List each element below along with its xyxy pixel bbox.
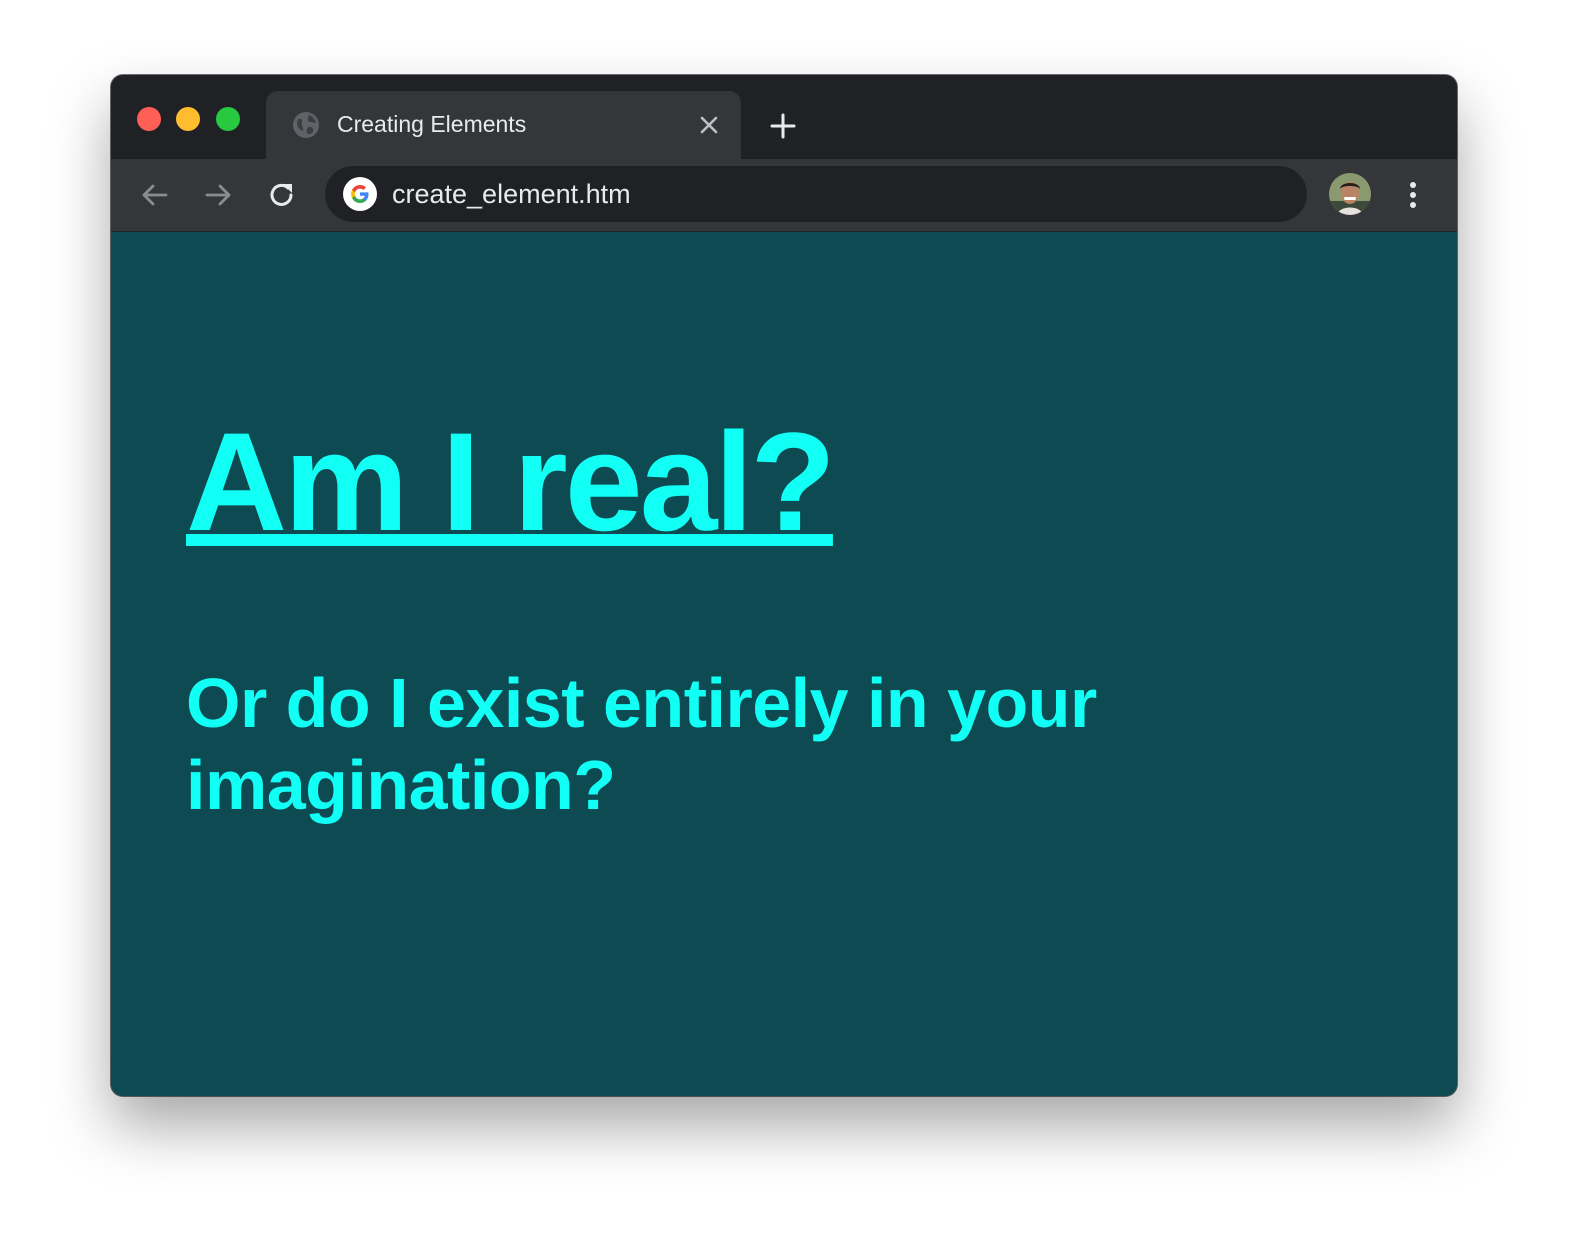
- tab-title: Creating Elements: [337, 111, 527, 137]
- page-heading: Am I real?: [186, 403, 836, 560]
- close-icon[interactable]: [696, 112, 722, 138]
- globe-icon: [293, 112, 319, 138]
- page-content: Am I real? Or do I exist entirely in you…: [111, 232, 1457, 1096]
- profile-avatar-image: [1329, 173, 1371, 215]
- address-bar[interactable]: create_element.htm: [325, 166, 1307, 222]
- kebab-menu-icon[interactable]: [1399, 179, 1427, 211]
- window-maximize-button[interactable]: [216, 107, 240, 131]
- title-bar: Creating Elements: [111, 75, 1457, 159]
- tab-creating-elements[interactable]: Creating Elements: [266, 91, 741, 159]
- new-tab-plus-icon[interactable]: [768, 111, 798, 141]
- browser-toolbar: create_element.htm: [111, 159, 1457, 232]
- reload-icon[interactable]: [266, 179, 298, 211]
- avatar[interactable]: [1329, 173, 1371, 215]
- window-close-button[interactable]: [137, 107, 161, 131]
- browser-window: Creating Elements create_element.htm Am …: [111, 75, 1457, 1096]
- page-subheading: Or do I exist entirely in your imaginati…: [186, 664, 1097, 824]
- arrow-left-icon[interactable]: [139, 179, 171, 211]
- google-icon: [343, 177, 377, 211]
- address-bar-url: create_element.htm: [392, 179, 631, 209]
- arrow-right-icon[interactable]: [202, 179, 234, 211]
- window-minimize-button[interactable]: [176, 107, 200, 131]
